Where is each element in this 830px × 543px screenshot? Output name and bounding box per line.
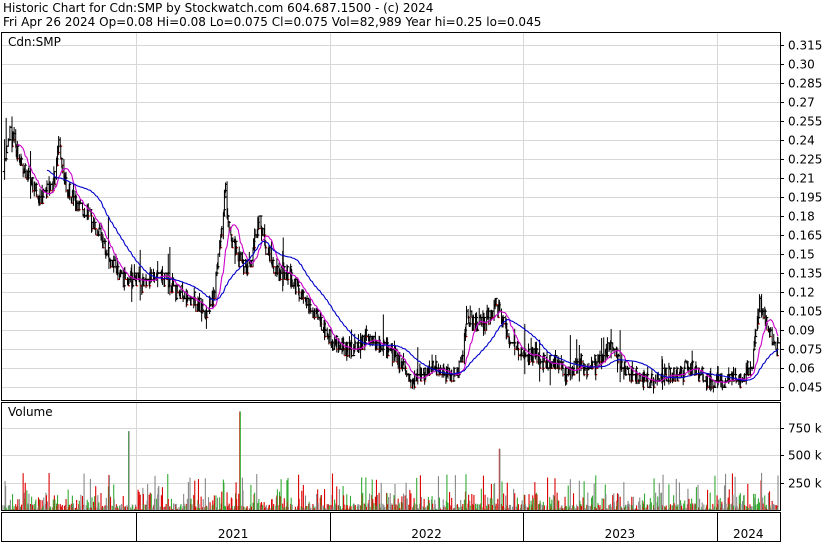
moving-averages [16, 144, 779, 384]
year-label: 2024 [733, 527, 764, 541]
price-tick-label: 0.21 [788, 172, 815, 186]
year-label: 2021 [218, 527, 249, 541]
price-tick-label: 0.315 [788, 39, 822, 53]
price-tick-label: 0.18 [788, 210, 815, 224]
volume-tick-label: 750 k [788, 422, 822, 436]
short-moving-average-line [16, 144, 779, 384]
volume-title: Volume [8, 405, 53, 419]
price-tick-label: 0.15 [788, 248, 815, 262]
volume-axis: 250 k 500 k 750 k [780, 422, 822, 491]
year-label: 2023 [605, 527, 636, 541]
price-tick-label: 0.045 [788, 381, 822, 395]
price-bars [2, 116, 780, 394]
volume-tick-label: 500 k [788, 449, 822, 463]
year-label: 2022 [411, 527, 442, 541]
chart-header-quote: Fri Apr 26 2024 Op=0.08 Hi=0.08 Lo=0.075… [3, 15, 542, 29]
price-tick-label: 0.06 [788, 362, 815, 376]
price-axis: 0.315 0.30 0.285 0.27 0.255 0.24 0.225 0.21 0.19… [780, 39, 822, 395]
symbol-label: Cdn:SMP [8, 35, 61, 49]
price-tick-label: 0.225 [788, 153, 822, 167]
price-tick-label: 0.24 [788, 134, 815, 148]
price-tick-label: 0.135 [788, 267, 822, 281]
price-tick-label: 0.255 [788, 115, 822, 129]
volume-bars [2, 411, 779, 510]
price-tick-label: 0.27 [788, 96, 815, 110]
volume-panel-frame [1, 402, 781, 511]
price-tick-label: 0.165 [788, 229, 822, 243]
price-tick-label: 0.09 [788, 324, 815, 338]
volume-tick-label: 250 k [788, 477, 822, 491]
time-axis-frame [1, 512, 781, 542]
price-tick-label: 0.30 [788, 58, 815, 72]
price-tick-label: 0.12 [788, 286, 815, 300]
price-tick-label: 0.075 [788, 343, 822, 357]
panel-frames [1, 32, 781, 542]
stock-chart: 0.315 0.30 0.285 0.27 0.255 0.24 0.225 0.21 0.19… [1, 32, 822, 542]
price-tick-label: 0.285 [788, 77, 822, 91]
price-tick-label: 0.195 [788, 191, 822, 205]
time-axis: 2021 2022 2023 2024 [136, 512, 764, 541]
price-tick-label: 0.105 [788, 305, 822, 319]
chart-header-title: Historic Chart for Cdn:SMP by Stockwatch… [3, 1, 434, 15]
